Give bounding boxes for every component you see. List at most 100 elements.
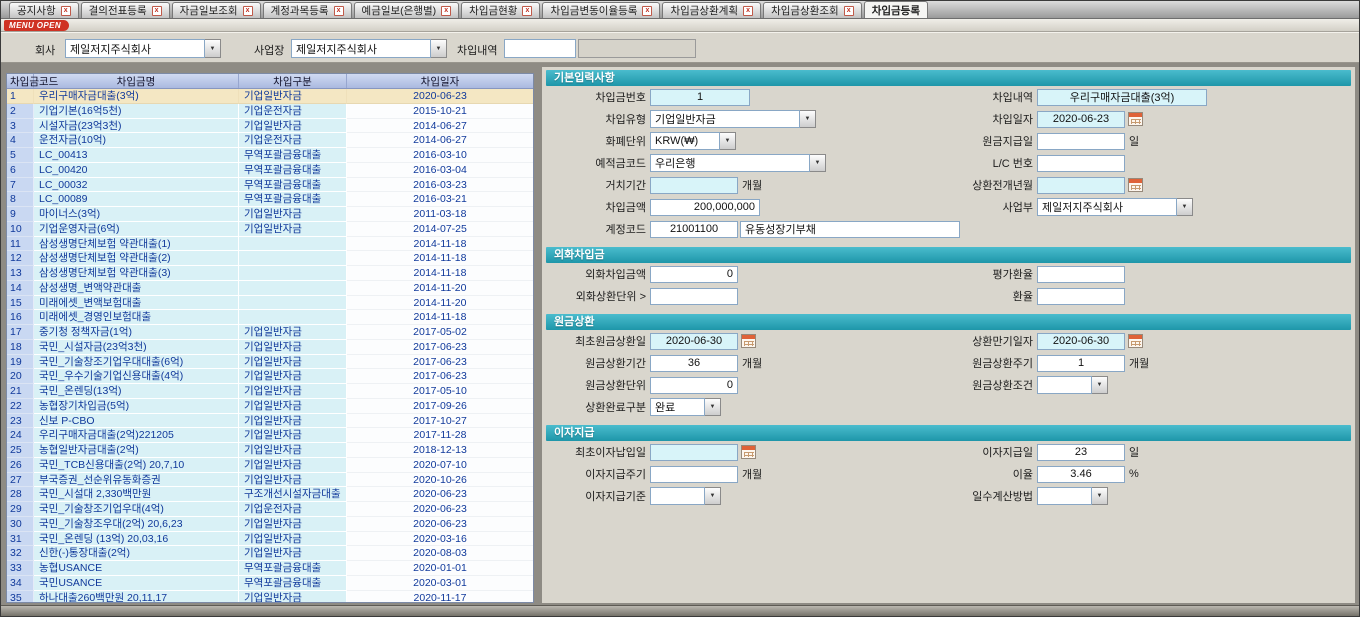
repay-cycle-field[interactable]: 1 bbox=[1037, 355, 1125, 372]
tab-차입금현황[interactable]: 차입금현황x bbox=[461, 2, 540, 18]
close-icon[interactable]: x bbox=[642, 6, 652, 16]
table-row[interactable]: 11삼성생명단체보험 약관대출(1)2014-11-18 bbox=[7, 237, 533, 252]
close-icon[interactable]: x bbox=[844, 6, 854, 16]
tab-결의전표등록[interactable]: 결의전표등록x bbox=[81, 2, 170, 18]
table-row[interactable]: 29국민_기술창조기업우대(4억)기업운전자금2020-06-23 bbox=[7, 502, 533, 517]
fx-unit-field[interactable] bbox=[650, 288, 738, 305]
table-row[interactable]: 7LC_00032무역포괄금융대출2016-03-23 bbox=[7, 178, 533, 193]
loan-type-select[interactable]: 기업일반자금 ▼ bbox=[650, 110, 816, 128]
table-row[interactable]: 5LC_00413무역포괄금융대출2016-03-10 bbox=[7, 148, 533, 163]
close-icon[interactable]: x bbox=[441, 6, 451, 16]
account-name-field[interactable]: 유동성장기부채 bbox=[740, 221, 960, 238]
loan-no-field[interactable]: 1 bbox=[650, 89, 750, 106]
table-row[interactable]: 18국민_시설자금(23억3천)기업일반자금2017-06-23 bbox=[7, 340, 533, 355]
int-basis-select[interactable]: ▼ bbox=[650, 487, 721, 505]
table-row[interactable]: 1우리구매자금대출(3억)기업일반자금2020-06-23 bbox=[7, 89, 533, 104]
tab-예금일보(은행별)[interactable]: 예금일보(은행별)x bbox=[354, 2, 460, 18]
repay-unit-field[interactable]: 0 bbox=[650, 377, 738, 394]
maturity-date-field[interactable]: 2020-06-30 bbox=[1037, 333, 1125, 350]
table-row[interactable]: 22농협장기차입금(5억)기업일반자금2017-09-26 bbox=[7, 399, 533, 414]
table-row[interactable]: 20국민_우수기술기업신용대출(4억)기업일반자금2017-06-23 bbox=[7, 369, 533, 384]
division-select[interactable]: 제일저지주식회사 ▼ bbox=[1037, 198, 1193, 216]
table-row[interactable]: 24우리구매자금대출(2억)221205기업일반자금2017-11-28 bbox=[7, 428, 533, 443]
table-row[interactable]: 30국민_기술창조우대(2억) 20,6,23기업일반자금2020-06-23 bbox=[7, 517, 533, 532]
table-row[interactable]: 12삼성생명단체보험 약관대출(2)2014-11-18 bbox=[7, 251, 533, 266]
account-code-field[interactable]: 21001100 bbox=[650, 221, 738, 238]
loan-desc-input-2[interactable] bbox=[578, 39, 696, 58]
calendar-icon[interactable] bbox=[741, 445, 756, 459]
fx-amount-field[interactable]: 0 bbox=[650, 266, 738, 283]
tab-계정과목등록[interactable]: 계정과목등록x bbox=[263, 2, 352, 18]
close-icon[interactable]: x bbox=[743, 6, 753, 16]
close-icon[interactable]: x bbox=[334, 6, 344, 16]
ex-rate-field[interactable] bbox=[1037, 288, 1125, 305]
currency-select[interactable]: KRW(₩) ▼ bbox=[650, 132, 736, 150]
table-row[interactable]: 14삼성생명_변액약관대출2014-11-20 bbox=[7, 281, 533, 296]
table-row[interactable]: 10기업운영자금(6억)기업일반자금2014-07-25 bbox=[7, 222, 533, 237]
close-icon[interactable]: x bbox=[152, 6, 162, 16]
loan-date-field[interactable]: 2020-06-23 bbox=[1037, 111, 1125, 128]
table-row[interactable]: 32신한(-)통장대출(2억)기업일반자금2020-08-03 bbox=[7, 546, 533, 561]
header-loan-name[interactable]: 차입금명 bbox=[34, 74, 239, 88]
close-icon[interactable]: x bbox=[61, 6, 71, 16]
header-loan-date[interactable]: 차입일자 bbox=[347, 74, 533, 88]
first-int-date-field[interactable] bbox=[650, 444, 738, 461]
table-row[interactable]: 21국민_온렌딩(13억)기업일반자금2017-05-10 bbox=[7, 384, 533, 399]
eval-rate-field[interactable] bbox=[1037, 266, 1125, 283]
table-row[interactable]: 19국민_기술창조기업우대대출(6억)기업일반자금2017-06-23 bbox=[7, 355, 533, 370]
repay-done-select[interactable]: 완료 ▼ bbox=[650, 398, 721, 416]
table-row[interactable]: 26국민_TCB신용대출(2억) 20,7,10기업일반자금2020-07-10 bbox=[7, 458, 533, 473]
tab-차입금변동이율등록[interactable]: 차입금변동이율등록x bbox=[542, 2, 660, 18]
grace-period-field[interactable] bbox=[650, 177, 738, 194]
repay-open-ym-field[interactable] bbox=[1037, 177, 1125, 194]
table-row[interactable]: 15미래에셋_변액보험대출2014-11-20 bbox=[7, 296, 533, 311]
table-row[interactable]: 2기업기본(16억5천)기업운전자금2015-10-21 bbox=[7, 104, 533, 119]
int-cycle-field[interactable] bbox=[650, 466, 738, 483]
table-row[interactable]: 35하나대출260백만원 20,11,17기업일반자금2020-11-17 bbox=[7, 591, 533, 604]
table-row[interactable]: 17중기청 정책자금(1억)기업일반자금2017-05-02 bbox=[7, 325, 533, 340]
tab-자금일보조회[interactable]: 자금일보조회x bbox=[172, 2, 261, 18]
calendar-icon[interactable] bbox=[1128, 112, 1143, 126]
table-row[interactable]: 33농협USANCE무역포괄금융대출2020-01-01 bbox=[7, 561, 533, 576]
company-select[interactable]: 제일저지주식회사 ▼ bbox=[65, 39, 221, 58]
cell-type: 기업일반자금 bbox=[239, 532, 347, 547]
header-loan-code[interactable]: 차입금코드 bbox=[7, 74, 34, 88]
tab-차입금상환조회[interactable]: 차입금상환조회x bbox=[763, 2, 862, 18]
calendar-icon[interactable] bbox=[741, 334, 756, 348]
table-row[interactable]: 3시설자금(23억3천)기업일반자금2014-06-27 bbox=[7, 119, 533, 134]
table-row[interactable]: 13삼성생명단체보험 약관대출(3)2014-11-18 bbox=[7, 266, 533, 281]
calendar-icon[interactable] bbox=[1128, 334, 1143, 348]
repay-period-field[interactable]: 36 bbox=[650, 355, 738, 372]
table-row[interactable]: 9마이너스(3억)기업일반자금2011-03-18 bbox=[7, 207, 533, 222]
header-loan-type[interactable]: 차입구분 bbox=[239, 74, 347, 88]
table-row[interactable]: 8LC_00089무역포괄금융대출2016-03-21 bbox=[7, 192, 533, 207]
table-row[interactable]: 4운전자금(10억)기업운전자금2014-06-27 bbox=[7, 133, 533, 148]
table-row[interactable]: 34국민USANCE무역포괄금융대출2020-03-01 bbox=[7, 576, 533, 591]
table-row[interactable]: 31국민_온렌딩 (13억) 20,03,16기업일반자금2020-03-16 bbox=[7, 532, 533, 547]
tab-차입금상환계획[interactable]: 차입금상환계획x bbox=[662, 2, 761, 18]
table-row[interactable]: 28국민_시설대 2,330백만원구조개선시설자금대출2020-06-23 bbox=[7, 487, 533, 502]
first-repay-date-field[interactable]: 2020-06-30 bbox=[650, 333, 738, 350]
repay-cond-select[interactable]: ▼ bbox=[1037, 376, 1108, 394]
loan-amount-field[interactable]: 200,000,000 bbox=[650, 199, 760, 216]
close-icon[interactable]: x bbox=[243, 6, 253, 16]
calendar-icon[interactable] bbox=[1128, 178, 1143, 192]
table-row[interactable]: 25농협일반자금대출(2억)기업일반자금2018-12-13 bbox=[7, 443, 533, 458]
day-count-select[interactable]: ▼ bbox=[1037, 487, 1108, 505]
site-select[interactable]: 제일저지주식회사 ▼ bbox=[291, 39, 447, 58]
lc-no-field[interactable] bbox=[1037, 155, 1125, 172]
close-icon[interactable]: x bbox=[522, 6, 532, 16]
int-rate-field[interactable]: 3.46 bbox=[1037, 466, 1125, 483]
table-row[interactable]: 23신보 P-CBO기업일반자금2017-10-27 bbox=[7, 414, 533, 429]
tab-차입금등록[interactable]: 차입금등록 bbox=[864, 1, 928, 18]
menu-open-button[interactable]: MENU OPEN bbox=[4, 20, 69, 31]
int-pay-day-field[interactable]: 23 bbox=[1037, 444, 1125, 461]
table-row[interactable]: 6LC_00420무역포괄금융대출2016-03-04 bbox=[7, 163, 533, 178]
table-row[interactable]: 27부국증권_선순위유동화증권기업일반자금2020-10-26 bbox=[7, 473, 533, 488]
deposit-code-select[interactable]: 우리은행 ▼ bbox=[650, 154, 826, 172]
principal-pay-day-field[interactable] bbox=[1037, 133, 1125, 150]
loan-desc-input[interactable] bbox=[504, 39, 576, 58]
tab-공지사항[interactable]: 공지사항x bbox=[9, 2, 79, 18]
table-row[interactable]: 16미래에셋_경영인보험대출2014-11-18 bbox=[7, 310, 533, 325]
loan-desc-field[interactable]: 우리구매자금대출(3억) bbox=[1037, 89, 1207, 106]
